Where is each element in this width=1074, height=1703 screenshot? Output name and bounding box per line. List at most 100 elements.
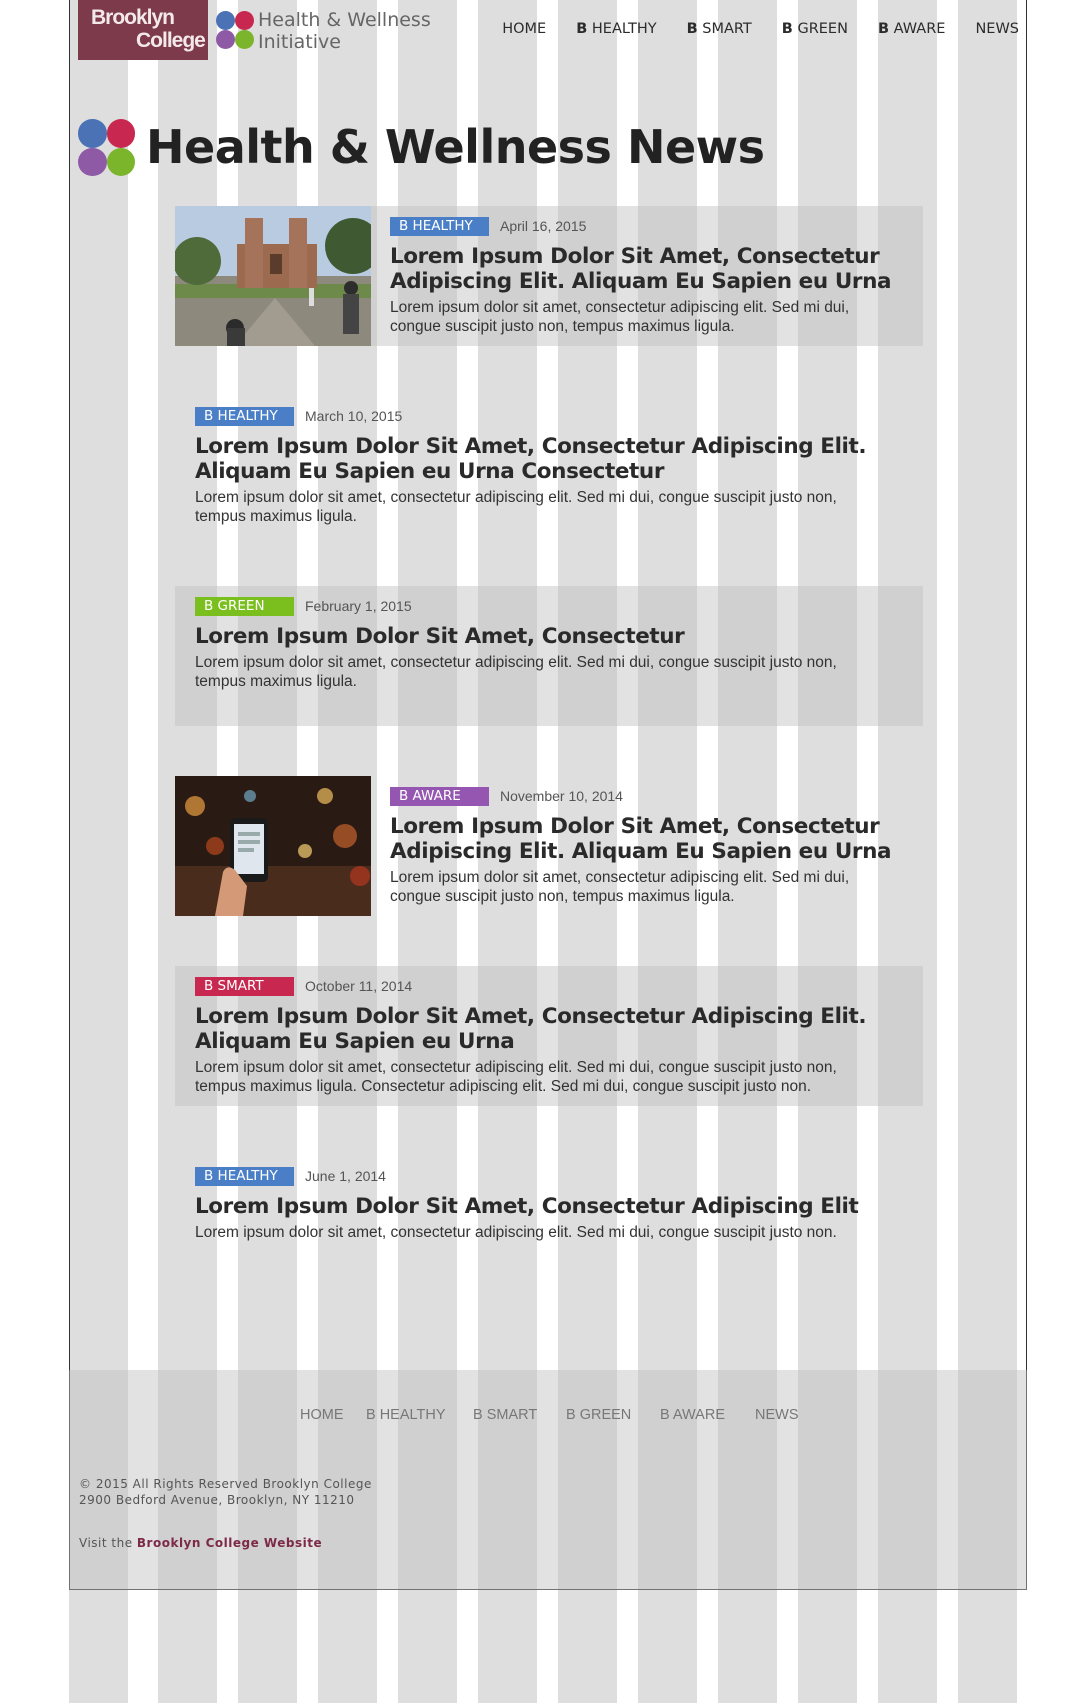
nav-b-healthy[interactable]: B HEALTHY <box>576 21 656 37</box>
footer-nav-b-smart[interactable]: B SMART <box>473 1407 537 1423</box>
nav-b-aware[interactable]: B AWARE <box>878 21 946 37</box>
initiative-line-2: Initiative <box>258 31 341 53</box>
article-text: B AWARE November 10, 2014 Lorem Ipsum Do… <box>390 786 910 906</box>
article-headline[interactable]: Lorem Ipsum Dolor Sit Amet, Consectetur … <box>195 1194 915 1219</box>
footer-nav-b-aware[interactable]: B AWARE <box>660 1407 725 1423</box>
nav-b-green[interactable]: B GREEN <box>782 21 848 37</box>
headline-line: Lorem Ipsum Dolor Sit Amet, Consectetur … <box>195 1004 867 1029</box>
headline-line: Lorem Ipsum Dolor Sit Amet, Consectetur <box>390 244 880 269</box>
article-headline[interactable]: Lorem Ipsum Dolor Sit Amet, Consectetur … <box>195 434 915 484</box>
category-tag[interactable]: B HEALTHY <box>195 1166 294 1186</box>
nav-prefix: B <box>686 21 698 37</box>
excerpt-line: tempus maximus ligula. Consectetur adipi… <box>195 1078 812 1095</box>
article-card[interactable]: B HEALTHY June 1, 2014 Lorem Ipsum Dolor… <box>175 1156 923 1296</box>
article-excerpt: Lorem ipsum dolor sit amet, consectetur … <box>390 868 910 906</box>
excerpt-line: tempus maximus ligula. <box>195 508 357 525</box>
nav-b-smart[interactable]: B SMART <box>687 21 752 37</box>
page-title: Health & Wellness News <box>146 120 765 174</box>
category-tag[interactable]: B SMART <box>195 976 294 996</box>
campus-photo-image <box>175 206 371 346</box>
top-nav: HOME B HEALTHY B SMART B GREEN B AWARE N… <box>472 21 1019 37</box>
excerpt-line: tempus maximus ligula. <box>195 673 357 690</box>
footer: HOME B HEALTHY B SMART B GREEN B AWARE N… <box>69 1370 1027 1590</box>
headline-line: Lorem Ipsum Dolor Sit Amet, Consectetur … <box>195 1194 859 1219</box>
brooklyn-college-website-link[interactable]: Brooklyn College Website <box>137 1536 322 1550</box>
footer-visit: Visit the Brooklyn College Website <box>79 1536 322 1550</box>
excerpt-line: Lorem ipsum dolor sit amet, consectetur … <box>390 869 850 886</box>
initiative-line-1: Health & Wellness <box>258 9 431 31</box>
article-thumbnail[interactable] <box>175 776 371 916</box>
article-headline[interactable]: Lorem Ipsum Dolor Sit Amet, Consectetur … <box>390 244 910 294</box>
article-headline[interactable]: Lorem Ipsum Dolor Sit Amet, Consectetur <box>195 624 915 649</box>
nav-prefix: B <box>877 21 889 37</box>
article-excerpt: Lorem ipsum dolor sit amet, consectetur … <box>195 1223 915 1242</box>
visit-prefix: Visit the <box>79 1536 137 1550</box>
article-date: February 1, 2015 <box>305 598 412 614</box>
article-date: April 16, 2015 <box>500 218 587 234</box>
footer-nav-b-green[interactable]: B GREEN <box>566 1407 631 1423</box>
nav-home[interactable]: HOME <box>502 21 546 37</box>
article-card[interactable]: B HEALTHY March 10, 2015 Lorem Ipsum Dol… <box>175 396 923 536</box>
article-text: B HEALTHY March 10, 2015 Lorem Ipsum Dol… <box>195 406 915 526</box>
address-text: 2900 Bedford Avenue, Brooklyn, NY 11210 <box>79 1493 355 1507</box>
headline-line: Aliquam Eu Sapien eu Urna <box>195 1029 515 1054</box>
excerpt-line: congue suscipit justo non, tempus maximu… <box>390 888 735 905</box>
category-tag[interactable]: B HEALTHY <box>390 216 489 236</box>
brooklyn-college-logo[interactable]: Brooklyn College <box>78 0 208 60</box>
footer-copyright: © 2015 All Rights Reserved Brooklyn Coll… <box>79 1476 372 1508</box>
article-text: B HEALTHY April 16, 2015 Lorem Ipsum Dol… <box>390 216 910 336</box>
article-excerpt: Lorem ipsum dolor sit amet, consectetur … <box>195 488 915 526</box>
category-tag[interactable]: B HEALTHY <box>195 406 294 426</box>
nav-label: SMART <box>697 21 752 37</box>
article-card[interactable]: B GREEN February 1, 2015 Lorem Ipsum Dol… <box>175 586 923 726</box>
nav-label: NEWS <box>975 21 1019 37</box>
nav-label: HEALTHY <box>587 21 657 37</box>
excerpt-line: Lorem ipsum dolor sit amet, consectetur … <box>195 1059 837 1076</box>
phone-street-photo-image <box>175 776 371 916</box>
copyright-text: © 2015 All Rights Reserved Brooklyn Coll… <box>79 1477 372 1491</box>
article-thumbnail[interactable] <box>175 206 371 346</box>
nav-prefix: B <box>781 21 793 37</box>
nav-label: HOME <box>502 21 547 37</box>
excerpt-line: Lorem ipsum dolor sit amet, consectetur … <box>390 299 850 316</box>
article-excerpt: Lorem ipsum dolor sit amet, consectetur … <box>390 298 910 336</box>
headline-line: Lorem Ipsum Dolor Sit Amet, Consectetur <box>390 814 880 839</box>
excerpt-line: Lorem ipsum dolor sit amet, consectetur … <box>195 1224 837 1241</box>
footer-nav-home[interactable]: HOME <box>300 1407 344 1423</box>
article-card[interactable]: B AWARE November 10, 2014 Lorem Ipsum Do… <box>175 776 923 916</box>
clover-heading-icon <box>78 119 135 176</box>
article-date: November 10, 2014 <box>500 788 623 804</box>
initiative-title[interactable]: Health & Wellness Initiative <box>258 9 431 53</box>
excerpt-line: congue suscipit justo non, tempus maximu… <box>390 318 735 335</box>
article-excerpt: Lorem ipsum dolor sit amet, consectetur … <box>195 653 915 691</box>
nav-news[interactable]: NEWS <box>975 21 1019 37</box>
article-headline[interactable]: Lorem Ipsum Dolor Sit Amet, Consectetur … <box>390 814 910 864</box>
logo-line-2: College <box>136 29 206 52</box>
article-text: B GREEN February 1, 2015 Lorem Ipsum Dol… <box>195 596 915 691</box>
headline-line: Aliquam Eu Sapien eu Urna Consectetur <box>195 459 665 484</box>
article-excerpt: Lorem ipsum dolor sit amet, consectetur … <box>195 1058 915 1096</box>
headline-line: Lorem Ipsum Dolor Sit Amet, Consectetur <box>195 624 685 649</box>
article-headline[interactable]: Lorem Ipsum Dolor Sit Amet, Consectetur … <box>195 1004 915 1054</box>
excerpt-line: Lorem ipsum dolor sit amet, consectetur … <box>195 654 837 671</box>
headline-line: Adipiscing Elit. Aliquam Eu Sapien eu Ur… <box>390 839 892 864</box>
article-text: B HEALTHY June 1, 2014 Lorem Ipsum Dolor… <box>195 1166 915 1242</box>
excerpt-line: Lorem ipsum dolor sit amet, consectetur … <box>195 489 837 506</box>
headline-line: Adipiscing Elit. Aliquam Eu Sapien eu Ur… <box>390 269 892 294</box>
article-card[interactable]: B HEALTHY April 16, 2015 Lorem Ipsum Dol… <box>175 206 923 346</box>
nav-label: GREEN <box>792 21 848 37</box>
clover-logo-icon <box>216 11 254 49</box>
category-tag[interactable]: B AWARE <box>390 786 489 806</box>
article-date: June 1, 2014 <box>305 1168 386 1184</box>
nav-prefix: B <box>576 21 588 37</box>
headline-line: Lorem Ipsum Dolor Sit Amet, Consectetur … <box>195 434 867 459</box>
article-text: B SMART October 11, 2014 Lorem Ipsum Dol… <box>195 976 915 1096</box>
article-date: October 11, 2014 <box>305 978 413 994</box>
footer-nav-news[interactable]: NEWS <box>755 1407 799 1423</box>
category-tag[interactable]: B GREEN <box>195 596 294 616</box>
nav-label: AWARE <box>889 21 946 37</box>
article-date: March 10, 2015 <box>305 408 403 424</box>
article-card[interactable]: B SMART October 11, 2014 Lorem Ipsum Dol… <box>175 966 923 1106</box>
logo-line-1: Brooklyn <box>91 6 175 29</box>
footer-nav-b-healthy[interactable]: B HEALTHY <box>366 1407 446 1423</box>
